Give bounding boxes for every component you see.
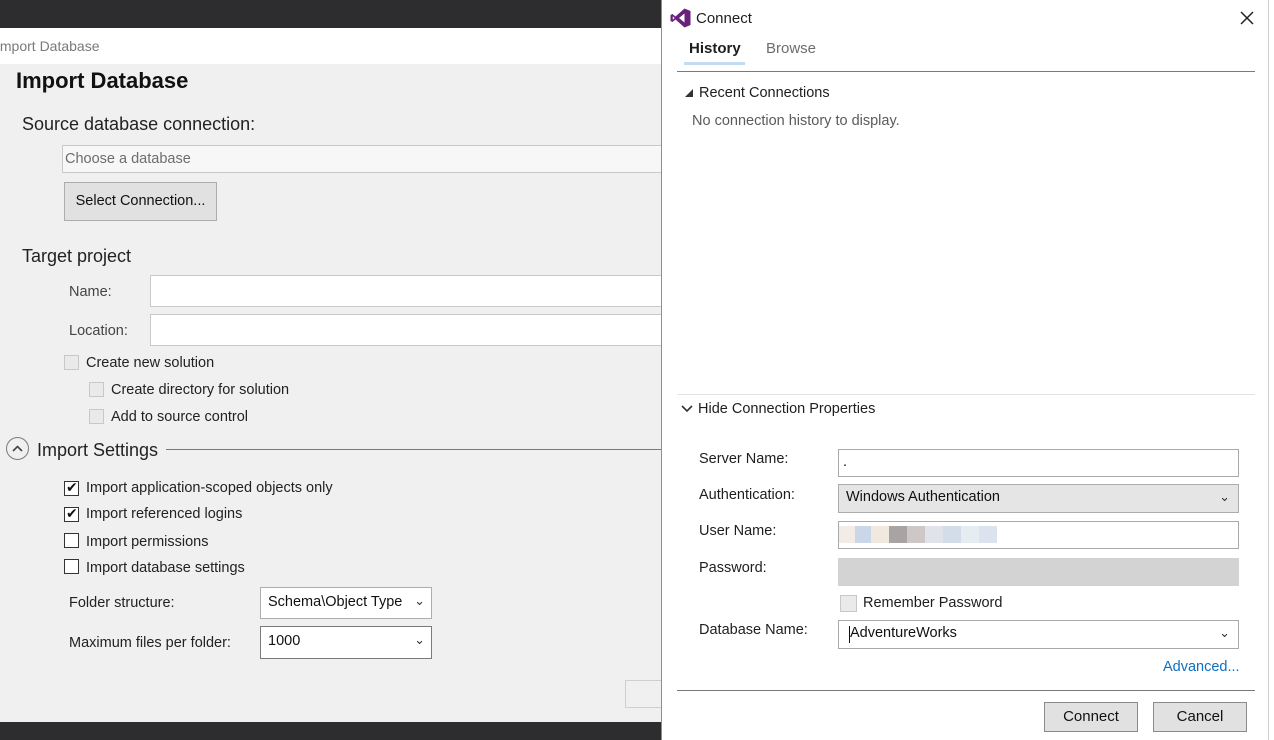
folder-structure-value: Schema\Object Type	[268, 594, 403, 610]
chevron-down-icon: ⌄	[414, 593, 425, 608]
chevron-down-icon[interactable]	[681, 404, 693, 414]
settings-divider	[166, 449, 662, 450]
server-name-input[interactable]: .	[838, 449, 1239, 477]
advanced-link[interactable]: Advanced...	[1163, 659, 1240, 675]
connect-dialog: Connect History Browse Recent Connection…	[661, 0, 1268, 740]
option-label-3: Import database settings	[86, 560, 245, 576]
chevron-down-icon: ⌄	[1219, 625, 1230, 640]
connect-dialog-title: Connect	[696, 10, 752, 27]
option-label-1: Import referenced logins	[86, 506, 243, 522]
background-window-edge	[1268, 0, 1274, 740]
close-icon[interactable]	[1240, 11, 1254, 25]
option-checkbox-1[interactable]: ✔	[64, 505, 79, 522]
folder-structure-select[interactable]: Schema\Object Type ⌄	[260, 587, 432, 619]
option-label-0: Import application-scoped objects only	[86, 480, 333, 496]
option-label-2: Import permissions	[86, 534, 209, 550]
history-divider	[677, 394, 1255, 395]
hide-properties-toggle[interactable]: Hide Connection Properties	[698, 401, 875, 417]
user-name-input[interactable]	[838, 521, 1239, 549]
create-solution-checkbox[interactable]	[64, 355, 79, 370]
option-checkbox-2[interactable]	[64, 533, 79, 548]
redacted-user-name	[839, 526, 997, 543]
max-files-value: 1000	[268, 633, 301, 649]
import-title-bar: Import Database	[0, 28, 662, 64]
check-icon: ✔	[66, 479, 78, 495]
database-name-label: Database Name:	[699, 622, 808, 638]
source-connection-label: Source database connection:	[22, 114, 256, 134]
authentication-label: Authentication:	[699, 487, 795, 503]
no-history-text: No connection history to display.	[692, 113, 900, 129]
connect-button[interactable]: Connect	[1044, 702, 1138, 732]
source-control-label: Add to source control	[111, 409, 249, 425]
option-checkbox-3[interactable]	[64, 559, 79, 574]
max-files-label: Maximum files per folder:	[69, 635, 231, 651]
remember-password-checkbox[interactable]	[840, 595, 857, 612]
user-name-label: User Name:	[699, 523, 777, 539]
create-solution-label: Create new solution	[86, 355, 215, 371]
import-settings-label: Import Settings	[37, 440, 159, 460]
chevron-down-icon: ⌄	[414, 632, 425, 647]
folder-structure-label: Folder structure:	[69, 595, 175, 611]
page-title: Import Database	[16, 68, 189, 93]
recent-connections-label[interactable]: Recent Connections	[699, 85, 830, 101]
max-files-select[interactable]: 1000 ⌄	[260, 626, 432, 659]
database-name-value: AdventureWorks	[850, 625, 957, 641]
cancel-button[interactable]: Cancel	[1153, 702, 1247, 732]
name-input[interactable]	[150, 275, 662, 307]
authentication-value: Windows Authentication	[846, 489, 1000, 505]
tab-history[interactable]: History	[689, 40, 741, 57]
name-label: Name:	[69, 284, 112, 300]
source-control-checkbox[interactable]	[89, 409, 104, 424]
server-name-value: .	[843, 454, 848, 470]
partial-hidden-button[interactable]	[625, 680, 662, 708]
visual-studio-logo-icon	[670, 8, 691, 28]
location-input[interactable]	[150, 314, 662, 346]
database-input[interactable]: Choose a database	[62, 145, 662, 173]
footer-divider	[677, 690, 1255, 691]
collapse-settings-icon[interactable]	[6, 437, 29, 460]
authentication-select[interactable]: Windows Authentication ⌄	[838, 484, 1239, 513]
expand-triangle-icon[interactable]	[684, 88, 694, 98]
tab-browse[interactable]: Browse	[766, 40, 816, 57]
option-checkbox-0[interactable]: ✔	[64, 479, 79, 496]
database-placeholder: Choose a database	[65, 151, 191, 167]
chevron-down-icon: ⌄	[1219, 489, 1230, 504]
select-connection-button[interactable]: Select Connection...	[64, 182, 217, 221]
tabs-divider	[677, 71, 1255, 72]
password-label: Password:	[699, 560, 767, 576]
server-name-label: Server Name:	[699, 451, 789, 467]
create-directory-label: Create directory for solution	[111, 382, 290, 398]
password-input[interactable]	[838, 558, 1239, 586]
database-name-combo[interactable]: AdventureWorks ⌄	[838, 620, 1239, 649]
remember-password-label: Remember Password	[863, 595, 1003, 611]
create-directory-checkbox[interactable]	[89, 382, 104, 397]
import-window-title: Import Database	[0, 38, 100, 54]
check-icon: ✔	[66, 505, 78, 521]
target-project-label: Target project	[22, 246, 132, 266]
tab-history-underline	[684, 62, 745, 65]
location-label: Location:	[69, 323, 128, 339]
import-database-window: Import Database Import Database Source d…	[0, 28, 662, 722]
